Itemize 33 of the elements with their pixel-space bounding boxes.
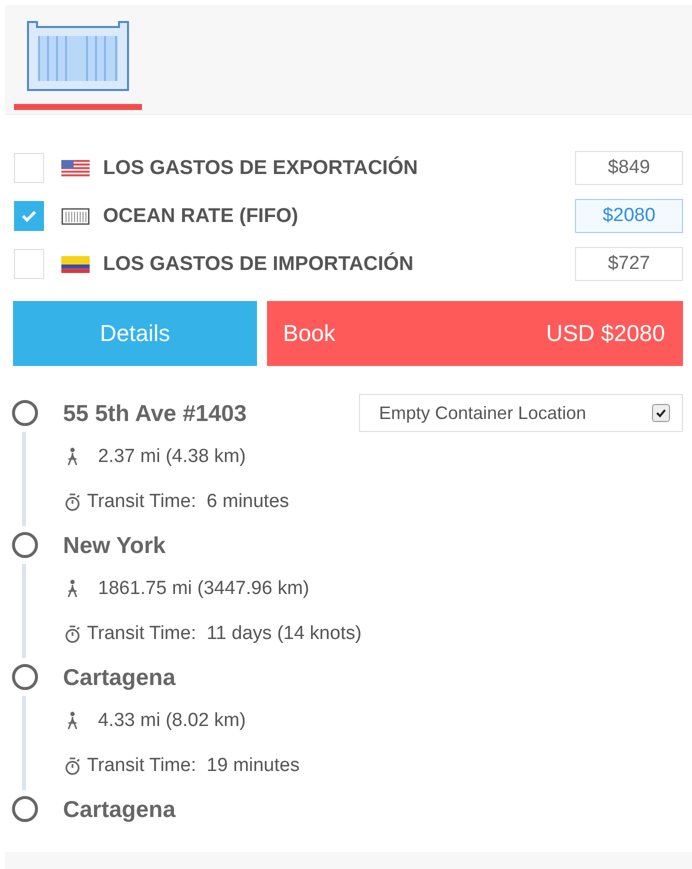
distance-text: 1861.75 mi (3447.96 km)	[98, 578, 310, 600]
container-icon	[61, 208, 90, 224]
empty-container-option[interactable]: Empty Container Location	[359, 394, 683, 432]
book-button[interactable]: Book USD $2080	[267, 301, 683, 366]
checkbox[interactable]	[14, 201, 44, 231]
stop-name: Cartagena	[63, 796, 177, 822]
transit-time-text: Transit Time: 6 minutes	[87, 490, 290, 512]
charge-label: LOS GASTOS DE IMPORTACIÓN	[103, 252, 414, 276]
stop-name: 55 5th Ave #1403	[63, 400, 248, 426]
price-field[interactable]: $727	[575, 247, 683, 281]
stop-marker	[12, 796, 38, 822]
checkbox[interactable]	[652, 404, 670, 422]
transit-time-text: Transit Time: 11 days (14 knots)	[87, 622, 362, 644]
flag-icon	[61, 256, 90, 272]
charge-label: OCEAN RATE (FIFO)	[103, 204, 300, 228]
stopwatch-icon	[64, 624, 81, 644]
stop-marker	[12, 532, 38, 558]
distance-text: 4.33 mi (8.02 km)	[98, 710, 246, 732]
total-price: USD $2080	[546, 320, 665, 347]
distance-text: 2.37 mi (4.38 km)	[98, 446, 246, 468]
stop-marker	[12, 664, 38, 690]
book-label: Book	[283, 320, 336, 347]
transit-time-text: Transit Time: 19 minutes	[87, 754, 300, 776]
stop-name: New York	[63, 532, 167, 558]
stopwatch-icon	[64, 492, 81, 512]
stopwatch-icon	[64, 756, 81, 776]
stop-name: Cartagena	[63, 664, 177, 690]
price-field[interactable]: $2080	[575, 199, 683, 233]
price-field[interactable]: $849	[575, 151, 683, 185]
container-icon	[26, 20, 130, 92]
flag-icon	[61, 160, 90, 176]
charge-label: LOS GASTOS DE EXPORTACIÓN	[103, 156, 419, 180]
stop-marker	[12, 400, 38, 426]
